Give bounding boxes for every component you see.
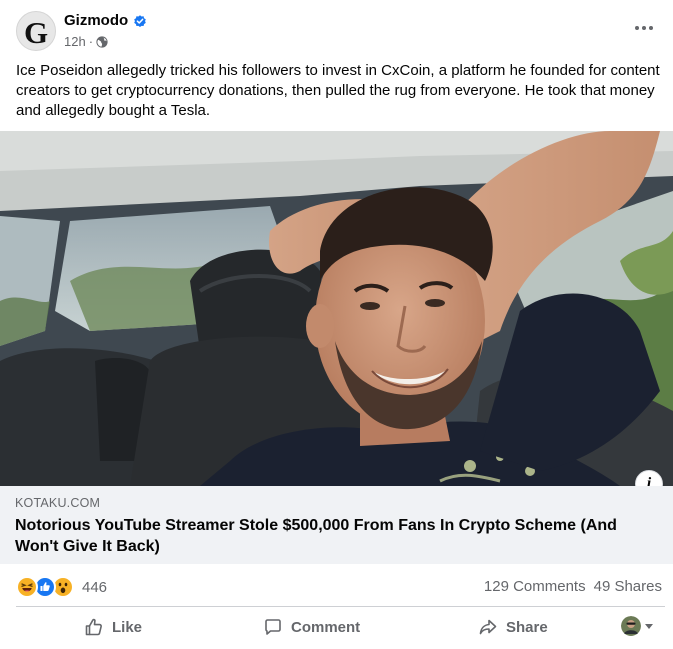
comments-count-link[interactable]: 129 Comments — [484, 578, 586, 595]
like-button[interactable]: Like — [84, 609, 142, 645]
comment-bubble-icon — [265, 619, 281, 635]
reaction-count: 446 — [82, 578, 108, 596]
haha-icon — [16, 576, 38, 598]
verified-badge-icon — [134, 14, 146, 27]
more-dot — [642, 26, 646, 30]
link-domain: KOTAKU.COM — [15, 496, 101, 510]
comment-share-counts: 129 Comments 49 Shares — [484, 578, 662, 595]
page-name-row: Gizmodo — [64, 12, 147, 29]
more-dot — [635, 26, 639, 30]
chevron-down-icon — [645, 623, 653, 629]
globe-icon[interactable] — [96, 35, 108, 48]
page-avatar-letter: G — [23, 14, 49, 50]
comment-button[interactable]: Comment — [263, 609, 360, 645]
meta-separator: · — [88, 34, 94, 49]
post-options-button[interactable] — [633, 18, 655, 38]
engagement-stats: 446 129 Comments 49 Shares — [0, 566, 673, 606]
share-button[interactable]: Share — [478, 609, 548, 645]
link-preview-card[interactable]: KOTAKU.COM Notorious YouTube Streamer St… — [0, 486, 673, 564]
comment-label: Comment — [291, 618, 361, 636]
share-as-selector[interactable] — [621, 616, 653, 636]
shares-count-link[interactable]: 49 Shares — [594, 578, 662, 595]
post-header: G Gizmodo 12h · — [0, 0, 673, 60]
share-label: Share — [506, 618, 548, 636]
user-avatar — [621, 616, 641, 636]
thumbs-up-icon — [85, 618, 102, 636]
post-message: Ice Poseidon allegedly tricked his follo… — [16, 62, 660, 119]
link-preview-image[interactable] — [0, 131, 673, 486]
more-dot — [649, 26, 653, 30]
post-timestamp[interactable]: 12h — [64, 34, 86, 49]
page-avatar[interactable]: G — [16, 11, 56, 51]
like-label: Like — [112, 618, 143, 636]
share-arrow-icon — [479, 619, 497, 635]
reaction-summary[interactable]: 446 — [16, 576, 107, 598]
post-actions-bar: Like Comment Share — [0, 607, 673, 647]
link-title: Notorious YouTube Streamer Stole $500,00… — [15, 517, 617, 555]
post-meta: 12h · — [64, 34, 108, 49]
streamer-car-photo — [0, 131, 673, 486]
page-name-link[interactable]: Gizmodo — [64, 12, 128, 29]
